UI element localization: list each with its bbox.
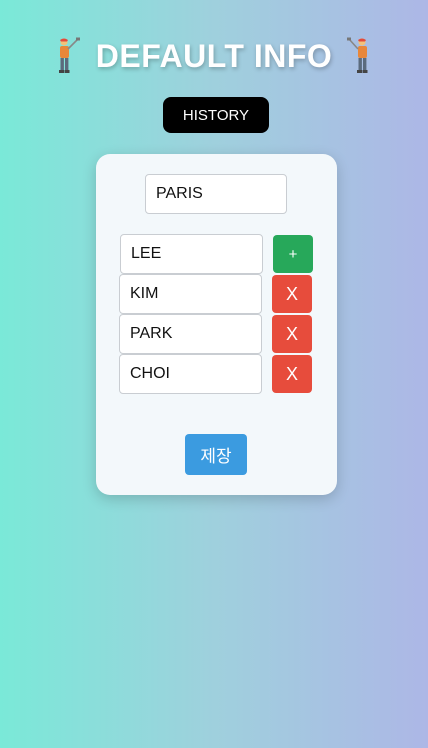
golfer-icon: [347, 37, 368, 73]
default-info-card: PARIS LEE + KIM X PARK X CHOI X 제장: [96, 154, 337, 495]
remove-player-button[interactable]: X: [272, 315, 312, 353]
page-title: DEFAULT INFO: [95, 37, 333, 74]
add-player-button[interactable]: +: [273, 235, 313, 273]
golfer-icon: [58, 37, 80, 73]
city-input[interactable]: PARIS: [145, 174, 287, 214]
page-header: DEFAULT INFO: [0, 34, 428, 78]
remove-player-button[interactable]: X: [272, 355, 312, 393]
player-name-input[interactable]: PARK: [119, 314, 262, 354]
history-button[interactable]: HISTORY: [163, 97, 269, 133]
save-button[interactable]: 제장: [185, 434, 247, 475]
player-name-input[interactable]: LEE: [120, 234, 263, 274]
player-name-input[interactable]: KIM: [119, 274, 262, 314]
remove-player-button[interactable]: X: [272, 275, 312, 313]
player-name-input[interactable]: CHOI: [119, 354, 262, 394]
